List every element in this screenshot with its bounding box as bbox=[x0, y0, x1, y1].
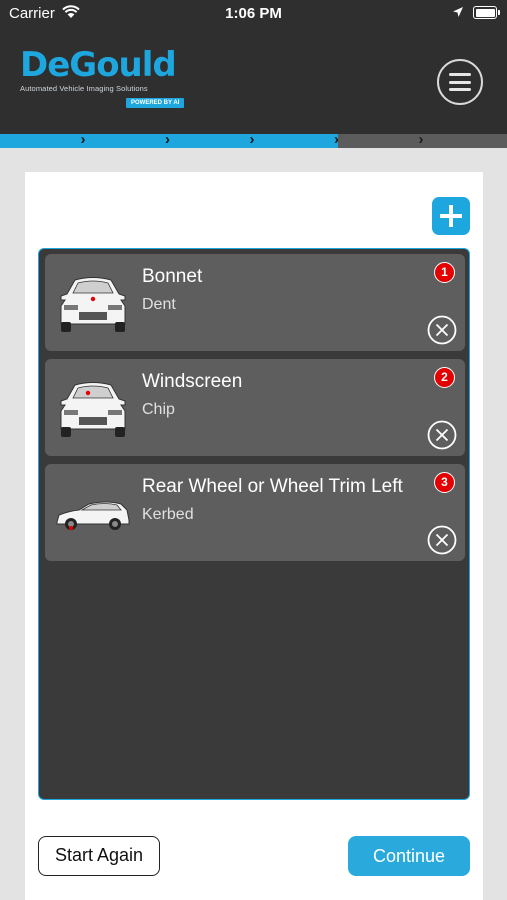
menu-button[interactable] bbox=[437, 59, 483, 105]
step-chevron-icon: › bbox=[80, 131, 86, 148]
degould-logo: DeGould Automated Vehicle Imaging Soluti… bbox=[20, 45, 185, 108]
front-car-icon bbox=[60, 277, 126, 332]
step-chevron-icon: › bbox=[165, 131, 170, 148]
status-bar: Carrier 1:06 PM bbox=[0, 0, 507, 28]
damage-card[interactable]: Bonnet Dent 1 bbox=[45, 254, 465, 351]
damage-type-label: Dent bbox=[142, 296, 176, 313]
start-again-button[interactable]: Start Again bbox=[38, 836, 160, 876]
brand-tagline: Automated Vehicle Imaging Solutions bbox=[20, 84, 148, 93]
step-chevron-icon: › bbox=[418, 131, 424, 148]
damage-area-label: Bonnet bbox=[142, 266, 203, 287]
damage-number-badge: 3 bbox=[434, 472, 455, 493]
powered-by-badge: POWERED BY AI bbox=[126, 98, 185, 108]
damage-area-label: Rear Wheel or Wheel Trim Left bbox=[142, 476, 403, 497]
step-chevron-icon: › bbox=[249, 131, 255, 148]
damage-number-badge: 2 bbox=[434, 367, 455, 388]
front-car-icon bbox=[60, 382, 126, 437]
remove-damage-button[interactable] bbox=[427, 525, 457, 555]
damage-number-badge: 1 bbox=[434, 262, 455, 283]
damage-type-label: Chip bbox=[142, 401, 175, 418]
damage-area-label: Windscreen bbox=[142, 371, 243, 392]
side-car-icon bbox=[56, 501, 130, 530]
step-chevron-icon: › bbox=[334, 131, 339, 148]
battery-icon bbox=[473, 6, 500, 19]
continue-button[interactable]: Continue bbox=[348, 836, 470, 876]
damage-card[interactable]: Windscreen Chip 2 bbox=[45, 359, 465, 456]
app-header: DeGould Automated Vehicle Imaging Soluti… bbox=[0, 28, 507, 134]
plus-icon bbox=[440, 205, 462, 227]
damage-list: Bonnet Dent 1 Windscreen Chip 2 Rear Whe… bbox=[38, 248, 470, 800]
damage-card[interactable]: Rear Wheel or Wheel Trim Left Kerbed 3 bbox=[45, 464, 465, 561]
add-damage-button[interactable] bbox=[432, 197, 470, 235]
damage-type-label: Kerbed bbox=[142, 506, 194, 523]
remove-damage-button[interactable] bbox=[427, 315, 457, 345]
brand-name: DeGould bbox=[20, 45, 177, 85]
step-progress-bar: › › › › › bbox=[0, 131, 507, 148]
location-arrow-icon bbox=[453, 7, 463, 17]
remove-damage-button[interactable] bbox=[427, 420, 457, 450]
clock: 1:06 PM bbox=[225, 5, 282, 22]
